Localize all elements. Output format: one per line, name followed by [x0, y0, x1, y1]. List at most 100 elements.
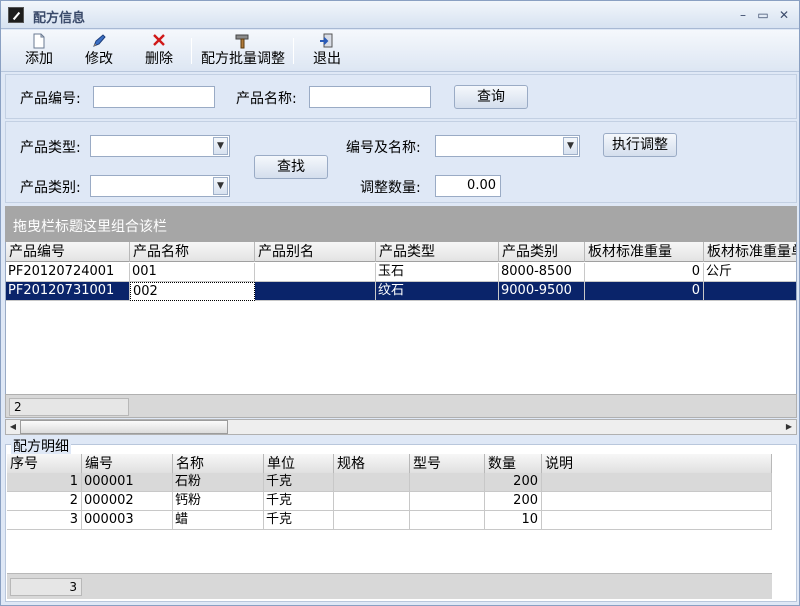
add-button[interactable]: 添加 — [19, 32, 59, 70]
chevron-down-icon[interactable]: ▼ — [213, 137, 228, 155]
toolbar-separator — [293, 38, 294, 64]
table-cell[interactable] — [334, 492, 410, 511]
table-cell[interactable]: 千克 — [264, 511, 334, 530]
exit-label: 退出 — [313, 51, 341, 67]
code-and-name-combo[interactable]: ▼ — [435, 135, 580, 157]
app-icon — [8, 7, 24, 23]
table-row[interactable]: 3 000003 蜡 千克 10 — [7, 511, 772, 530]
product-category-label: 产品类别: — [20, 180, 81, 196]
table-cell[interactable]: 2 — [7, 492, 82, 511]
table-cell[interactable] — [334, 473, 410, 492]
table-cell-editing[interactable]: 002 — [130, 282, 255, 301]
table-cell[interactable] — [410, 511, 485, 530]
find-button[interactable]: 查找 — [254, 155, 328, 179]
product-name-label: 产品名称: — [236, 91, 297, 107]
product-name-input[interactable] — [309, 86, 431, 108]
column-header[interactable]: 数量 — [485, 454, 542, 474]
product-code-input[interactable] — [93, 86, 215, 108]
column-header[interactable]: 产品编号 — [6, 242, 130, 262]
title-bar: 配方信息 – ▭ ✕ — [1, 1, 799, 29]
table-cell[interactable] — [255, 263, 376, 282]
column-header[interactable]: 规格 — [334, 454, 410, 474]
scroll-right-icon[interactable]: ▶ — [782, 420, 796, 434]
table-row[interactable]: 1 000001 石粉 千克 200 — [7, 473, 772, 492]
chevron-down-icon[interactable]: ▼ — [213, 177, 228, 195]
adjust-qty-input[interactable]: 0.00 — [435, 175, 501, 197]
table-cell[interactable]: 千克 — [264, 473, 334, 492]
table-cell[interactable]: 蜡 — [173, 511, 264, 530]
column-header[interactable]: 产品名称 — [130, 242, 255, 262]
table-cell[interactable]: PF20120731001 — [6, 282, 130, 301]
table-cell[interactable]: 千克 — [264, 492, 334, 511]
column-header[interactable]: 产品类别 — [499, 242, 585, 262]
scroll-left-icon[interactable]: ◀ — [6, 420, 20, 434]
table-cell[interactable] — [542, 511, 772, 530]
table-cell[interactable] — [410, 492, 485, 511]
column-header[interactable]: 板材标准重量 — [585, 242, 704, 262]
exit-door-icon — [307, 33, 347, 51]
table-cell[interactable]: PF20120724001 — [6, 263, 130, 282]
new-file-icon — [19, 33, 59, 51]
table-cell[interactable]: 200 — [485, 473, 542, 492]
table-cell[interactable]: 000002 — [82, 492, 173, 511]
table-cell[interactable]: 10 — [485, 511, 542, 530]
table-cell[interactable]: 公斤 — [704, 263, 796, 282]
table-cell[interactable] — [542, 473, 772, 492]
chevron-down-icon[interactable]: ▼ — [563, 137, 578, 155]
table-cell[interactable] — [704, 282, 796, 301]
detail-title: 配方明细 — [11, 436, 71, 456]
table-cell[interactable]: 玉石 — [376, 263, 499, 282]
column-header[interactable]: 名称 — [173, 454, 264, 474]
table-cell[interactable] — [410, 473, 485, 492]
column-header[interactable]: 单位 — [264, 454, 334, 474]
table-cell[interactable]: 200 — [485, 492, 542, 511]
search-button[interactable]: 查询 — [454, 85, 528, 109]
batch-adjust-label: 配方批量调整 — [201, 51, 285, 67]
detail-grid: 序号 编号 名称 单位 规格 型号 数量 说明 1 000001 石粉 千克 2… — [7, 454, 772, 532]
exit-button[interactable]: 退出 — [307, 32, 347, 70]
column-header[interactable]: 型号 — [410, 454, 485, 474]
scrollbar-thumb[interactable] — [20, 420, 228, 434]
column-header[interactable]: 序号 — [7, 454, 82, 474]
table-cell[interactable]: 0 — [585, 282, 704, 301]
table-row[interactable]: PF20120724001 001 玉石 8000-8500 0 公斤 — [6, 263, 796, 282]
delete-button[interactable]: 删除 — [139, 32, 179, 70]
table-cell[interactable]: 3 — [7, 511, 82, 530]
edit-button[interactable]: 修改 — [79, 32, 119, 70]
product-category-combo[interactable]: ▼ — [90, 175, 230, 197]
table-cell[interactable]: 9000-9500 — [499, 282, 585, 301]
column-header[interactable]: 产品类型 — [376, 242, 499, 262]
table-cell[interactable]: 1 — [7, 473, 82, 492]
table-cell[interactable] — [542, 492, 772, 511]
table-cell[interactable]: 001 — [130, 263, 255, 282]
table-cell[interactable] — [255, 282, 376, 301]
maximize-button[interactable]: ▭ — [754, 6, 772, 24]
query-panel: 产品编号: 产品名称: 查询 — [5, 74, 797, 119]
table-cell[interactable]: 000001 — [82, 473, 173, 492]
close-button[interactable]: ✕ — [775, 6, 793, 24]
table-cell[interactable]: 8000-8500 — [499, 263, 585, 282]
product-type-combo[interactable]: ▼ — [90, 135, 230, 157]
column-header[interactable]: 说明 — [542, 454, 772, 474]
table-cell[interactable]: 石粉 — [173, 473, 264, 492]
minimize-button[interactable]: – — [734, 6, 752, 24]
toolbar: 添加 修改 删除 配方批量调整 退出 — [1, 30, 799, 72]
table-cell[interactable] — [334, 511, 410, 530]
group-by-band[interactable]: 拖曳栏标题这里组合该栏 — [5, 206, 797, 242]
execute-adjust-button[interactable]: 执行调整 — [603, 133, 677, 157]
column-header[interactable]: 产品别名 — [255, 242, 376, 262]
red-x-icon — [139, 33, 179, 51]
table-cell[interactable]: 0 — [585, 263, 704, 282]
table-row[interactable]: 2 000002 钙粉 千克 200 — [7, 492, 772, 511]
row-count: 2 — [9, 398, 129, 416]
table-row-selected[interactable]: PF20120731001 002 纹石 9000-9500 0 — [6, 282, 796, 301]
detail-footer: 3 — [7, 573, 772, 599]
table-cell[interactable]: 000003 — [82, 511, 173, 530]
table-cell[interactable]: 钙粉 — [173, 492, 264, 511]
formula-grid: 产品编号 产品名称 产品别名 产品类型 产品类别 板材标准重量 板材标准重量单 … — [5, 242, 797, 394]
batch-adjust-button[interactable]: 配方批量调整 — [199, 32, 287, 70]
table-cell[interactable]: 纹石 — [376, 282, 499, 301]
horizontal-scrollbar[interactable]: ◀ ▶ — [5, 419, 797, 435]
column-header[interactable]: 板材标准重量单 — [704, 242, 796, 262]
column-header[interactable]: 编号 — [82, 454, 173, 474]
